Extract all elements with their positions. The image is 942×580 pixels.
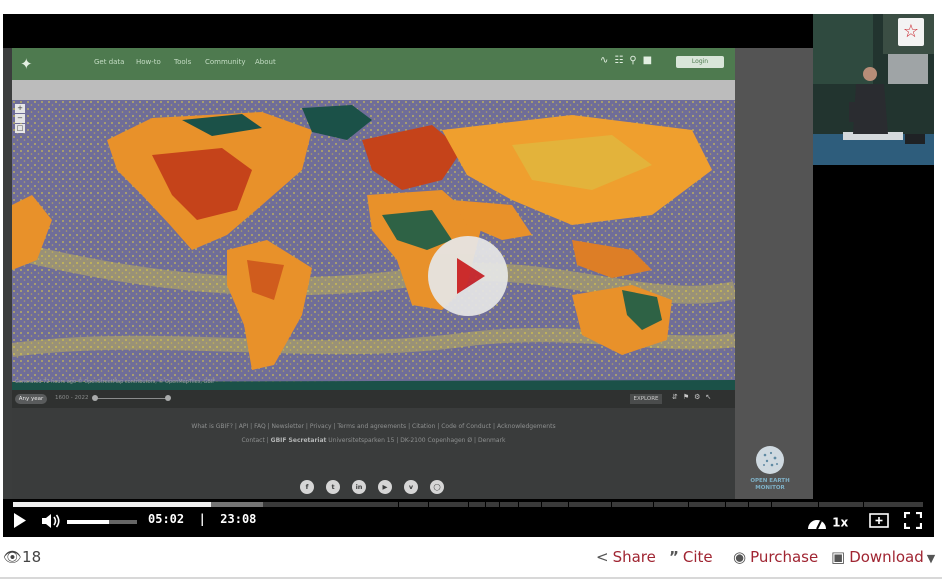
slide-year-slider-max-knob bbox=[165, 395, 171, 401]
share-button[interactable]: < Share bbox=[596, 548, 656, 566]
slide-nav-item: Community bbox=[205, 58, 246, 66]
video-frame: ✦ Get data How-to Tools Community About … bbox=[3, 48, 813, 503]
chapter-marker bbox=[499, 502, 500, 507]
view-count-value: 18 bbox=[22, 548, 42, 566]
add-layout-icon bbox=[869, 513, 889, 528]
slide-nav-item: About bbox=[255, 58, 276, 66]
speedometer-icon bbox=[808, 519, 826, 529]
video-meta-bar: 👁︎18 < Share ” Cite ◉ Purchase ▣ Download ▼ bbox=[0, 540, 942, 572]
slide-login-button: Login bbox=[676, 56, 724, 68]
view-count: 👁︎18 bbox=[3, 548, 41, 566]
progress-bar[interactable] bbox=[13, 502, 923, 507]
map-fullscreen-icon: □ bbox=[15, 124, 25, 133]
chapter-marker bbox=[653, 502, 654, 507]
slide-year-slider bbox=[94, 398, 168, 399]
speed-label: 1x bbox=[832, 515, 849, 530]
download-button[interactable]: ▣ Download ▼ bbox=[831, 548, 935, 566]
play-icon bbox=[14, 513, 26, 528]
chapter-marker bbox=[863, 502, 864, 507]
badge-line-1: OPEN EARTH bbox=[750, 478, 790, 484]
floppy-disk-icon: ▣ bbox=[831, 548, 846, 566]
play-button[interactable] bbox=[13, 513, 27, 532]
speaker-camera-view: ☆ bbox=[813, 14, 934, 165]
facebook-icon: f bbox=[300, 480, 314, 494]
chapter-marker bbox=[541, 502, 542, 507]
buffered-bar bbox=[211, 502, 264, 507]
badge-line-2: MONITOR bbox=[755, 485, 785, 491]
occurrence-map bbox=[12, 100, 735, 390]
purchase-icon: ◉ bbox=[733, 548, 747, 566]
picture-in-picture-button[interactable] bbox=[869, 513, 889, 532]
open-earth-monitor-badge: OPEN EARTH MONITOR bbox=[745, 446, 795, 492]
quote-icon: ” bbox=[669, 548, 679, 566]
slide-nav-item: Get data bbox=[94, 58, 125, 66]
cite-button[interactable]: ” Cite bbox=[669, 548, 713, 566]
player-control-bar: 05:02 | 23:08 1x bbox=[3, 499, 934, 537]
chapter-marker bbox=[568, 502, 569, 507]
vimeo-icon: v bbox=[404, 480, 418, 494]
slide-year-slider-min-knob bbox=[92, 395, 98, 401]
slide-scroll-area bbox=[735, 48, 813, 503]
slide-nav-item: How-to bbox=[136, 58, 161, 66]
slide-map-tool-icons: ⇵⚑⚙↖ bbox=[672, 393, 717, 401]
fullscreen-button[interactable] bbox=[903, 511, 923, 533]
eye-icon: 👁︎ bbox=[3, 548, 23, 566]
volume-level bbox=[67, 520, 109, 524]
twitter-icon: t bbox=[326, 480, 340, 494]
time-display: 05:02 | 23:08 bbox=[148, 512, 256, 526]
mute-button[interactable] bbox=[41, 513, 63, 533]
chapter-marker bbox=[748, 502, 749, 507]
chapter-marker bbox=[725, 502, 726, 507]
map-zoom-out-button: − bbox=[15, 114, 25, 123]
slide-year-filter-bar: Any year 1600 - 2022 EXPLORE ⇵⚑⚙↖ bbox=[12, 390, 735, 408]
caret-down-icon: ▼ bbox=[926, 552, 936, 565]
played-bar bbox=[13, 502, 212, 507]
share-icon: < bbox=[596, 548, 609, 566]
map-zoom-in-button: + bbox=[15, 104, 25, 113]
purchase-label: Purchase bbox=[750, 548, 819, 566]
favorite-star-icon[interactable]: ☆ bbox=[898, 18, 924, 46]
map-attribution: Generated 72 hours ago © OpenStreetMap c… bbox=[15, 379, 216, 385]
chapter-marker bbox=[398, 502, 399, 507]
chapter-marker bbox=[485, 502, 486, 507]
chapter-marker bbox=[468, 502, 469, 507]
big-play-button[interactable] bbox=[428, 236, 508, 316]
chapter-marker bbox=[771, 502, 772, 507]
purchase-button[interactable]: ◉ Purchase bbox=[733, 548, 818, 566]
current-time: 05:02 bbox=[148, 512, 185, 526]
globe-icon bbox=[756, 446, 784, 474]
download-label: Download bbox=[849, 548, 924, 566]
video-player[interactable]: ✦ Get data How-to Tools Community About … bbox=[3, 14, 934, 537]
cite-label: Cite bbox=[682, 548, 713, 566]
chapter-marker bbox=[518, 502, 519, 507]
slide-site-header: ✦ Get data How-to Tools Community About … bbox=[12, 48, 735, 80]
slide-nav-item: Tools bbox=[174, 58, 192, 66]
instagram-icon: ◯ bbox=[430, 480, 444, 494]
linkedin-icon: in bbox=[352, 480, 366, 494]
slide-social-icons: f t in ▶ v ◯ bbox=[300, 480, 456, 499]
play-icon bbox=[457, 258, 485, 294]
share-label: Share bbox=[612, 548, 656, 566]
slide-year-range: 1600 - 2022 bbox=[55, 395, 89, 401]
chapter-marker bbox=[688, 502, 689, 507]
fullscreen-icon bbox=[903, 511, 923, 530]
volume-slider[interactable] bbox=[67, 520, 137, 524]
chapter-marker bbox=[818, 502, 819, 507]
slide-footer-links: What is GBIF? | API | FAQ | Newsletter |… bbox=[191, 423, 556, 430]
chapter-marker bbox=[611, 502, 612, 507]
gbif-logo-icon: ✦ bbox=[20, 55, 33, 73]
slide-site-footer: What is GBIF? | API | FAQ | Newsletter |… bbox=[12, 408, 735, 503]
time-separator: | bbox=[198, 512, 206, 526]
playback-speed-button[interactable]: 1x bbox=[807, 512, 848, 531]
slide-explore-button: EXPLORE bbox=[630, 394, 662, 404]
slide-header-icons: ∿☷⚲■ bbox=[600, 55, 659, 66]
volume-icon bbox=[42, 514, 60, 528]
slide-any-year-chip: Any year bbox=[15, 394, 47, 404]
youtube-icon: ▶ bbox=[378, 480, 392, 494]
duration: 23:08 bbox=[220, 512, 257, 526]
chapter-marker bbox=[428, 502, 429, 507]
slide-footer-address: Contact | GBIF Secretariat Universitetsp… bbox=[241, 437, 506, 444]
slide-subheader bbox=[12, 80, 735, 100]
divider bbox=[0, 577, 942, 579]
